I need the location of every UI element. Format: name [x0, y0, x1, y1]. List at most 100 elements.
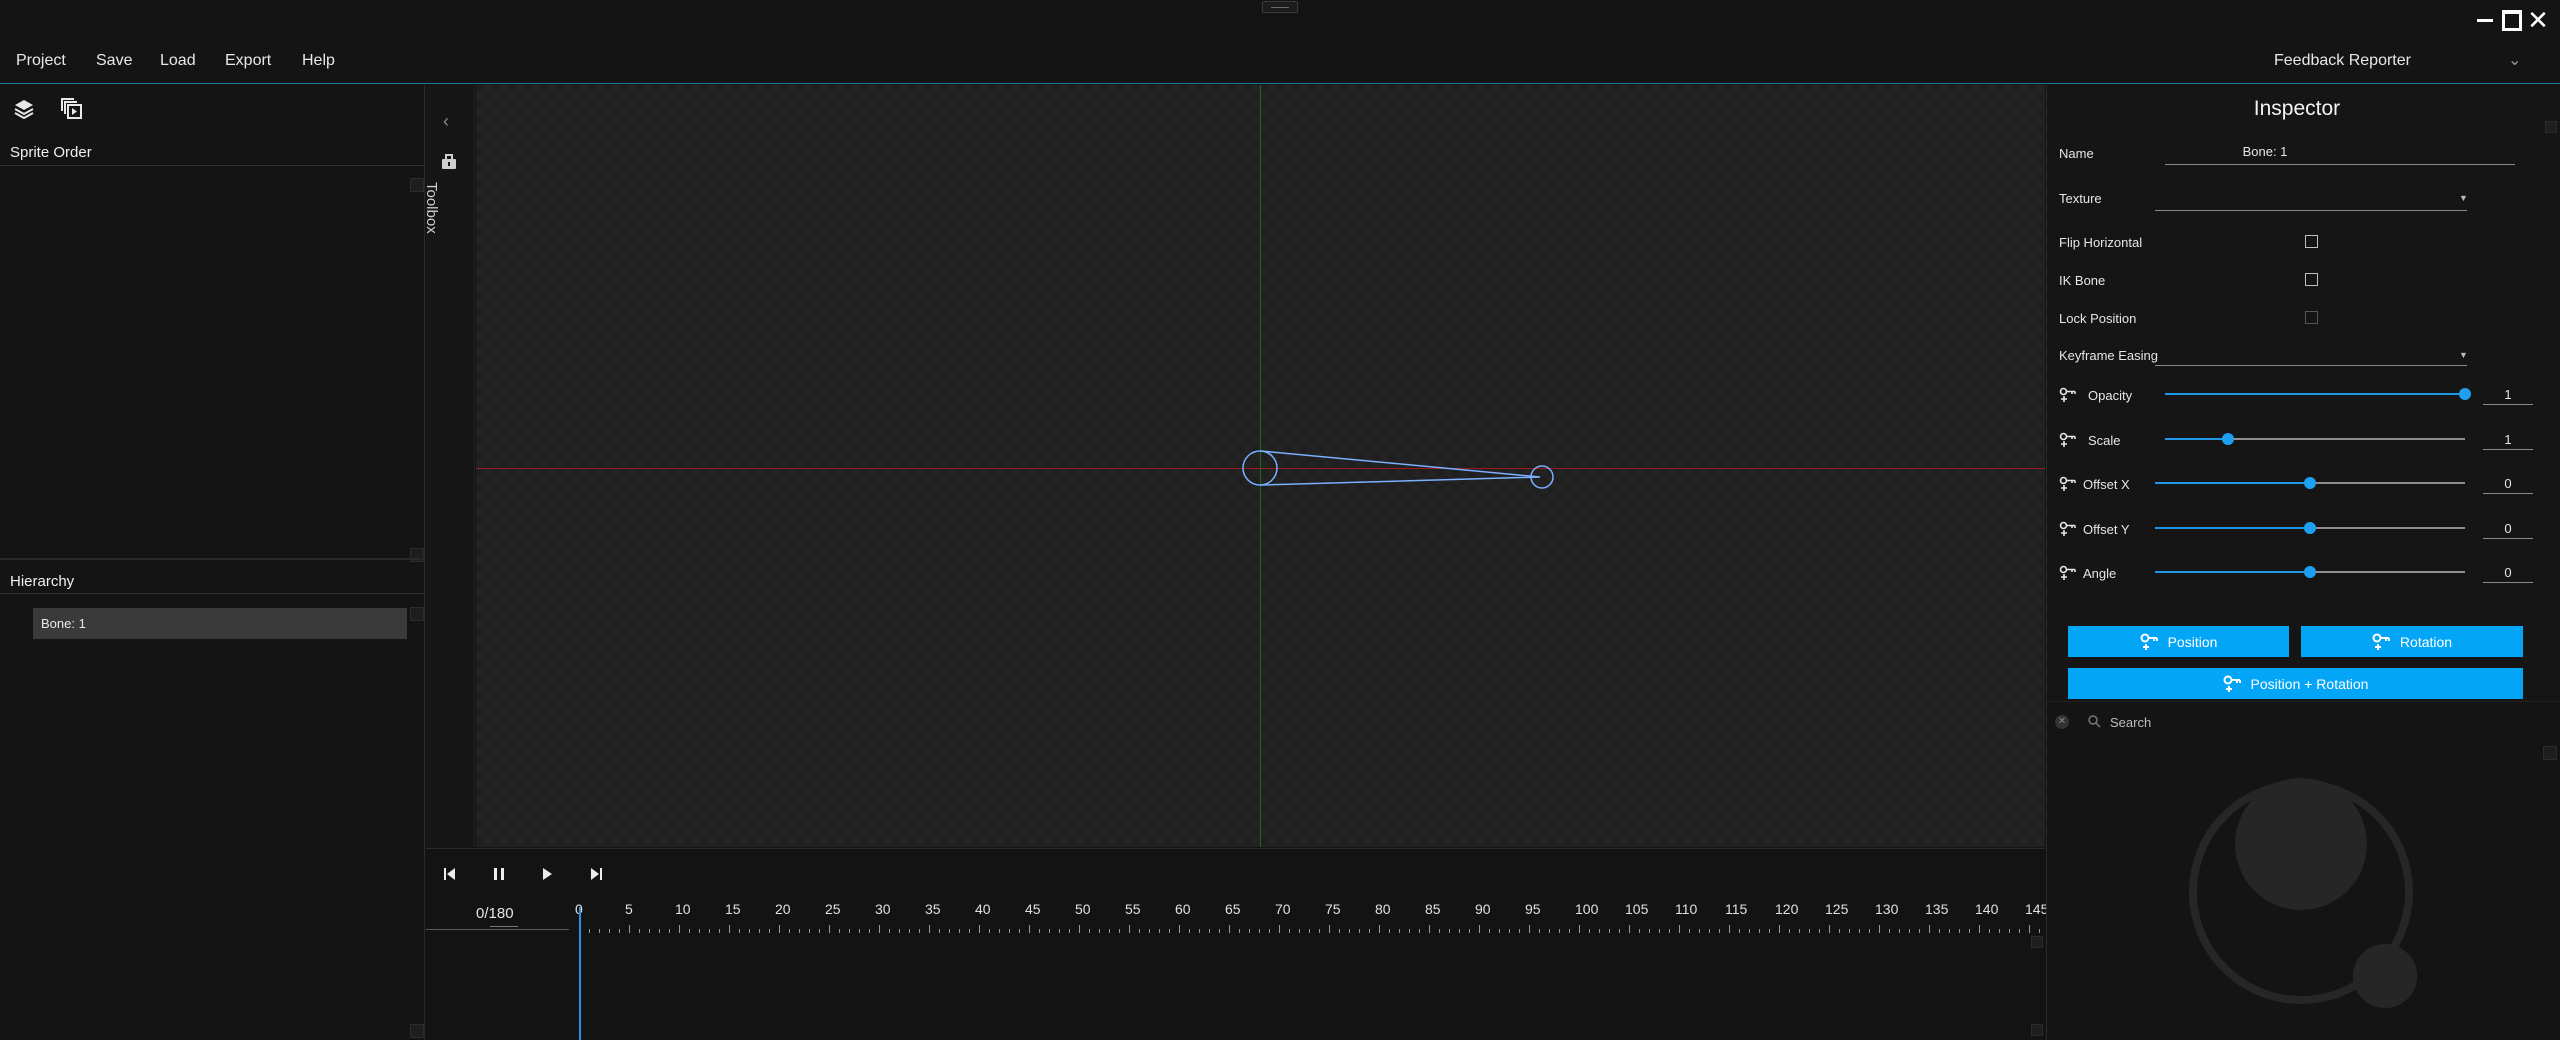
- keyframe-add-icon[interactable]: [2059, 432, 2077, 448]
- ruler-tick: [1939, 929, 1940, 933]
- layers-icon[interactable]: [12, 97, 36, 121]
- keyframe-rotation-label: Rotation: [2399, 633, 2453, 650]
- scrollbar[interactable]: [2543, 746, 2557, 760]
- minimize-button[interactable]: [2473, 8, 2497, 32]
- ruler-tick: [1099, 929, 1100, 933]
- slider-thumb[interactable]: [2459, 388, 2471, 400]
- ruler-tick: [1579, 925, 1580, 933]
- ruler-tick: [1119, 929, 1120, 933]
- ruler-tick: [849, 929, 850, 933]
- ruler-tick-label: 45: [1025, 901, 1041, 917]
- ruler-tick: [1899, 929, 1900, 933]
- bone-body[interactable]: [1260, 450, 1541, 486]
- timeline-ruler[interactable]: 0510152025303540455055606570758085909510…: [575, 899, 2048, 939]
- ruler-tick: [1279, 925, 1280, 933]
- keyframe-rotation-button[interactable]: Rotation: [2301, 626, 2523, 657]
- scrollbar[interactable]: [410, 1024, 424, 1038]
- ik-bone-checkbox[interactable]: [2305, 273, 2318, 286]
- keyframe-position-button[interactable]: Position: [2068, 626, 2289, 657]
- ruler-tick: [689, 929, 690, 933]
- drag-handle[interactable]: [1262, 1, 1298, 13]
- chevron-down-icon[interactable]: ▼: [2459, 193, 2468, 203]
- maximize-button[interactable]: [2500, 8, 2524, 32]
- ruler-tick: [1819, 929, 1820, 933]
- toolbox-icon[interactable]: [440, 153, 458, 171]
- feedback-reporter[interactable]: Feedback Reporter: [2274, 52, 2411, 70]
- slider-fill: [2155, 571, 2310, 573]
- slider-thumb[interactable]: [2222, 433, 2234, 445]
- title-bar: ✕: [0, 0, 2560, 40]
- menu-help[interactable]: Help: [302, 52, 335, 70]
- ruler-tick: [1399, 929, 1400, 933]
- chevron-down-icon[interactable]: ⌄: [2508, 50, 2521, 70]
- skip-back-button[interactable]: [440, 863, 462, 885]
- slider-fill: [2155, 482, 2310, 484]
- toolbox-label[interactable]: Toolbox: [423, 182, 440, 234]
- ruler-tick: [1469, 929, 1470, 933]
- ruler-tick: [1089, 929, 1090, 933]
- frame-counter-grip[interactable]: [490, 926, 518, 927]
- ruler-tick: [629, 925, 630, 933]
- ruler-tick: [1129, 925, 1130, 933]
- slider-value-field[interactable]: 0: [2483, 519, 2533, 539]
- ruler-tick: [739, 929, 740, 933]
- keyframe-add-icon[interactable]: [2059, 521, 2077, 537]
- texture-label: Texture: [2059, 191, 2102, 206]
- ruler-tick: [1009, 929, 1010, 933]
- ruler-tick: [909, 929, 910, 933]
- ruler-tick: [969, 929, 970, 933]
- search-icon: [2088, 715, 2101, 728]
- ruler-tick: [719, 929, 720, 933]
- ruler-tick: [729, 925, 730, 933]
- scrollbar[interactable]: [2545, 121, 2557, 133]
- slider-value-field[interactable]: 0: [2483, 563, 2533, 583]
- ruler-tick-label: 75: [1325, 901, 1341, 917]
- close-button[interactable]: ✕: [2526, 7, 2550, 33]
- frame-counter-underline: [426, 929, 569, 930]
- chevron-left-icon[interactable]: ‹: [443, 111, 449, 132]
- canvas-viewport[interactable]: [476, 85, 2045, 847]
- ruler-tick: [1519, 929, 1520, 933]
- ruler-tick: [1149, 929, 1150, 933]
- keyframe-add-icon[interactable]: [2059, 476, 2077, 492]
- menu-export[interactable]: Export: [225, 52, 271, 70]
- playhead[interactable]: [579, 907, 581, 1040]
- scrollbar[interactable]: [410, 178, 424, 192]
- slider-value-field[interactable]: 1: [2483, 430, 2533, 450]
- bone-graphic[interactable]: [476, 85, 2045, 847]
- lock-position-checkbox[interactable]: [2305, 311, 2318, 324]
- animation-clips-icon[interactable]: [60, 97, 84, 121]
- hierarchy-item-bone-1[interactable]: Bone: 1: [33, 608, 407, 639]
- scrollbar[interactable]: [2031, 1024, 2043, 1036]
- ruler-tick: [679, 925, 680, 933]
- flip-horizontal-checkbox[interactable]: [2305, 235, 2318, 248]
- skip-forward-button[interactable]: [584, 863, 606, 885]
- ruler-tick: [789, 929, 790, 933]
- bone-joint-head[interactable]: [1242, 450, 1278, 486]
- keyframe-add-icon[interactable]: [2059, 565, 2077, 581]
- slider-thumb[interactable]: [2304, 566, 2316, 578]
- name-field[interactable]: Bone: 1: [2165, 144, 2365, 159]
- frame-counter[interactable]: 0/180: [476, 905, 514, 922]
- ruler-tick: [1549, 929, 1550, 933]
- play-button[interactable]: [536, 863, 558, 885]
- menu-save[interactable]: Save: [96, 52, 132, 70]
- keyframe-add-icon[interactable]: [2059, 387, 2077, 403]
- keyframe-position-rotation-button[interactable]: Position + Rotation: [2068, 668, 2523, 699]
- scrollbar[interactable]: [2031, 936, 2043, 948]
- slider-value-field[interactable]: 0: [2483, 474, 2533, 494]
- scrollbar[interactable]: [410, 607, 424, 621]
- lock-position-label: Lock Position: [2059, 311, 2137, 326]
- slider-value-field[interactable]: 1: [2483, 385, 2533, 405]
- menu-project[interactable]: Project: [16, 52, 66, 70]
- search-input[interactable]: [2110, 712, 2530, 732]
- slider-thumb[interactable]: [2304, 522, 2316, 534]
- close-icon[interactable]: ✕: [2055, 715, 2069, 729]
- slider-thumb[interactable]: [2304, 477, 2316, 489]
- ruler-tick: [1859, 929, 1860, 933]
- ruler-tick: [1179, 925, 1180, 933]
- menu-load[interactable]: Load: [160, 52, 196, 70]
- chevron-down-icon[interactable]: ▼: [2459, 350, 2468, 360]
- inspector-panel: Inspector Name Bone: 1 Texture ▼ Flip Ho…: [2046, 85, 2560, 700]
- pause-button[interactable]: [488, 863, 510, 885]
